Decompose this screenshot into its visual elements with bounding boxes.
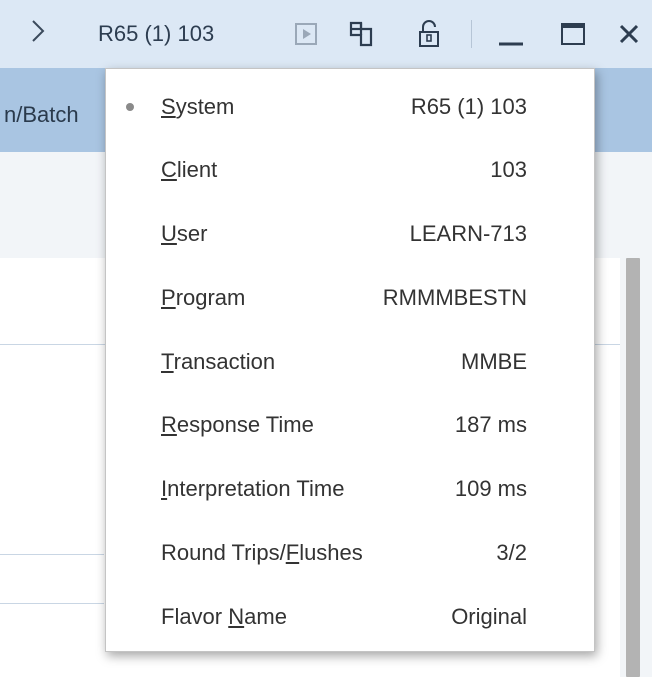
maximize-icon[interactable] [557,18,589,50]
menu-item[interactable]: Program RMMMBESTN [106,273,594,323]
system-status-menu: System R65 (1) 103 Client 103 User LEARN-713 P… [105,68,595,652]
mnemonic-key: R [161,412,177,437]
menu-item[interactable]: Transaction MMBE [106,337,594,387]
menu-item-label: Interpretation Time [161,476,345,501]
mnemonic-key: C [161,157,177,182]
menu-item[interactable]: Response Time 187 ms [106,400,594,450]
chevron-right-icon[interactable] [30,16,46,46]
mnemonic-key: U [161,221,177,246]
menu-item-label: System [161,94,235,119]
menu-item-label: Round Trips/Flushes [161,540,363,565]
sap-window: R65 (1) 103 n/Batch System R65 (1) 103 C… [0,0,652,677]
selected-bullet-icon [126,103,134,111]
lock-icon[interactable] [413,18,445,50]
menu-item-value: 103 [490,157,527,182]
menu-item-label: Response Time [161,412,314,437]
layout-icon[interactable] [345,18,377,50]
menu-item[interactable]: Interpretation Time 109 ms [106,464,594,514]
mnemonic-key: T [161,349,174,374]
menu-item-value: Original [451,604,527,629]
menu-item-value: RMMMBESTN [382,285,527,310]
menu-item-value: 109 ms [454,476,527,501]
input-field[interactable] [0,554,104,604]
mnemonic-key: S [161,94,176,119]
menu-item-value: LEARN-713 [409,221,527,246]
menu-item[interactable]: Round Trips/Flushes 3/2 [106,528,594,578]
mnemonic-key: N [228,604,245,629]
system-info-text[interactable]: R65 (1) 103 [98,20,214,48]
menu-item-value: R65 (1) 103 [410,94,527,119]
menu-item-value: 3/2 [496,540,527,565]
menu-item-label: Client [161,157,218,182]
menu-item-value: 187 ms [454,412,527,437]
menu-item[interactable]: System R65 (1) 103 [106,82,594,132]
menu-item[interactable]: Flavor Name Original [106,592,594,642]
scrollbar-thumb[interactable] [626,258,640,677]
close-icon[interactable] [613,18,645,50]
mnemonic-key: F [285,540,300,565]
minimize-icon[interactable] [495,18,527,50]
menu-item-label: User [161,221,208,246]
column-header-fragment: n/Batch [4,102,79,127]
toolbar-separator [471,20,472,48]
menu-item-label: Flavor Name [161,604,287,629]
menu-item-value: MMBE [461,349,527,374]
menu-item[interactable]: User LEARN-713 [106,209,594,259]
mnemonic-key: P [161,285,176,310]
menu-item-label: Program [161,285,246,310]
menu-item[interactable]: Client 103 [106,145,594,195]
menu-item-label: Transaction [161,349,276,374]
title-bar: R65 (1) 103 [0,0,652,68]
play-icon[interactable] [290,18,322,50]
